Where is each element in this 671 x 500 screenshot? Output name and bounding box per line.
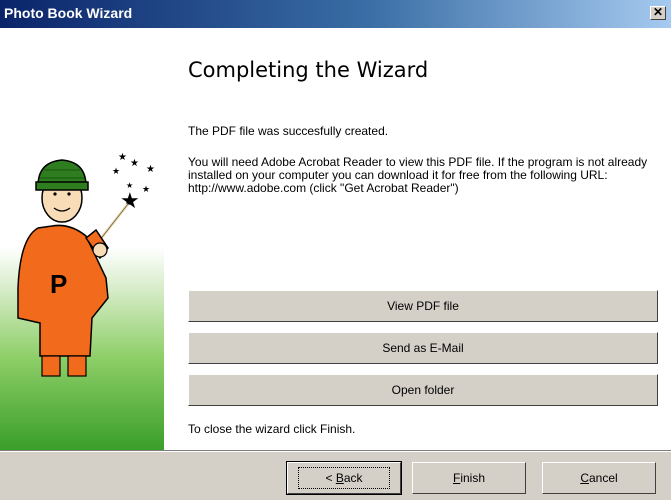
wizard-side-panel: ★ ★ ★ ★ ★ ★ ★ P — [0, 28, 164, 450]
send-email-button[interactable]: Send as E-Mail — [188, 332, 658, 364]
svg-text:★: ★ — [130, 158, 139, 169]
acrobat-info-text: You will need Adobe Acrobat Reader to vi… — [188, 155, 648, 182]
finish-button-label: Finish — [452, 471, 486, 485]
open-folder-button[interactable]: Open folder — [188, 374, 658, 406]
acrobat-info: You will need Adobe Acrobat Reader to vi… — [188, 156, 658, 195]
back-button[interactable]: < Back — [286, 461, 402, 495]
svg-text:★: ★ — [146, 164, 155, 175]
view-pdf-button[interactable]: View PDF file — [188, 290, 658, 322]
success-message: The PDF file was succesfully created. — [188, 124, 389, 138]
wizard-window: Photo Book Wizard ✕ ★ ★ ★ ★ ★ ★ ★ P Comp… — [0, 0, 671, 500]
close-icon: ✕ — [652, 5, 664, 19]
cancel-button-label: Cancel — [580, 471, 618, 485]
svg-text:P: P — [50, 269, 67, 299]
svg-text:★: ★ — [112, 167, 120, 177]
stars-icon: ★ ★ ★ ★ ★ ★ ★ — [112, 152, 155, 214]
page-title: Completing the Wizard — [188, 58, 429, 82]
cancel-button[interactable]: Cancel — [542, 462, 656, 494]
back-button-label: < Back — [298, 467, 390, 489]
finish-button[interactable]: Finish — [412, 462, 526, 494]
close-button[interactable]: ✕ — [650, 6, 666, 20]
wizard-mascot-illustration: ★ ★ ★ ★ ★ ★ ★ P — [17, 152, 155, 377]
window-title: Photo Book Wizard — [4, 5, 133, 21]
svg-text:★: ★ — [142, 185, 150, 195]
footer-divider — [0, 450, 671, 452]
svg-text:★: ★ — [118, 152, 127, 163]
finish-hint: To close the wizard click Finish. — [188, 422, 356, 436]
acrobat-url-text: http://www.adobe.com (click "Get Acrobat… — [188, 181, 459, 195]
title-bar[interactable]: Photo Book Wizard ✕ — [0, 0, 671, 28]
wizard-content: Completing the Wizard The PDF file was s… — [164, 28, 671, 450]
